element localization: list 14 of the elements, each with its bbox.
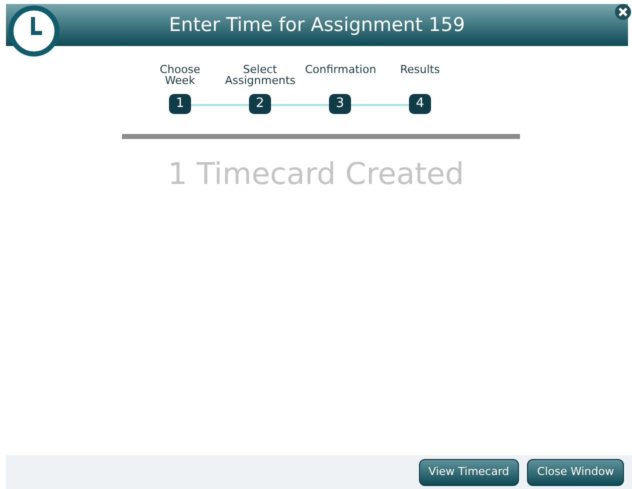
close-icon[interactable] xyxy=(614,3,632,21)
step-label: Select Assignments xyxy=(225,64,295,86)
clock-icon xyxy=(8,5,60,57)
step-label: Choose Week xyxy=(158,64,202,86)
status-message: 1 Timecard Created xyxy=(168,157,464,192)
step-label: Confirmation xyxy=(305,64,375,75)
step-label: Results xyxy=(399,64,441,75)
footer-button[interactable]: Close Window xyxy=(527,458,624,486)
step-number: 4 xyxy=(409,94,431,114)
step-number: 1 xyxy=(169,94,191,114)
step-number: 2 xyxy=(249,94,271,114)
footer-button[interactable]: View Timecard xyxy=(418,458,520,486)
window-title: Enter Time for Assignment 159 xyxy=(169,12,465,38)
step-number: 3 xyxy=(329,94,351,114)
